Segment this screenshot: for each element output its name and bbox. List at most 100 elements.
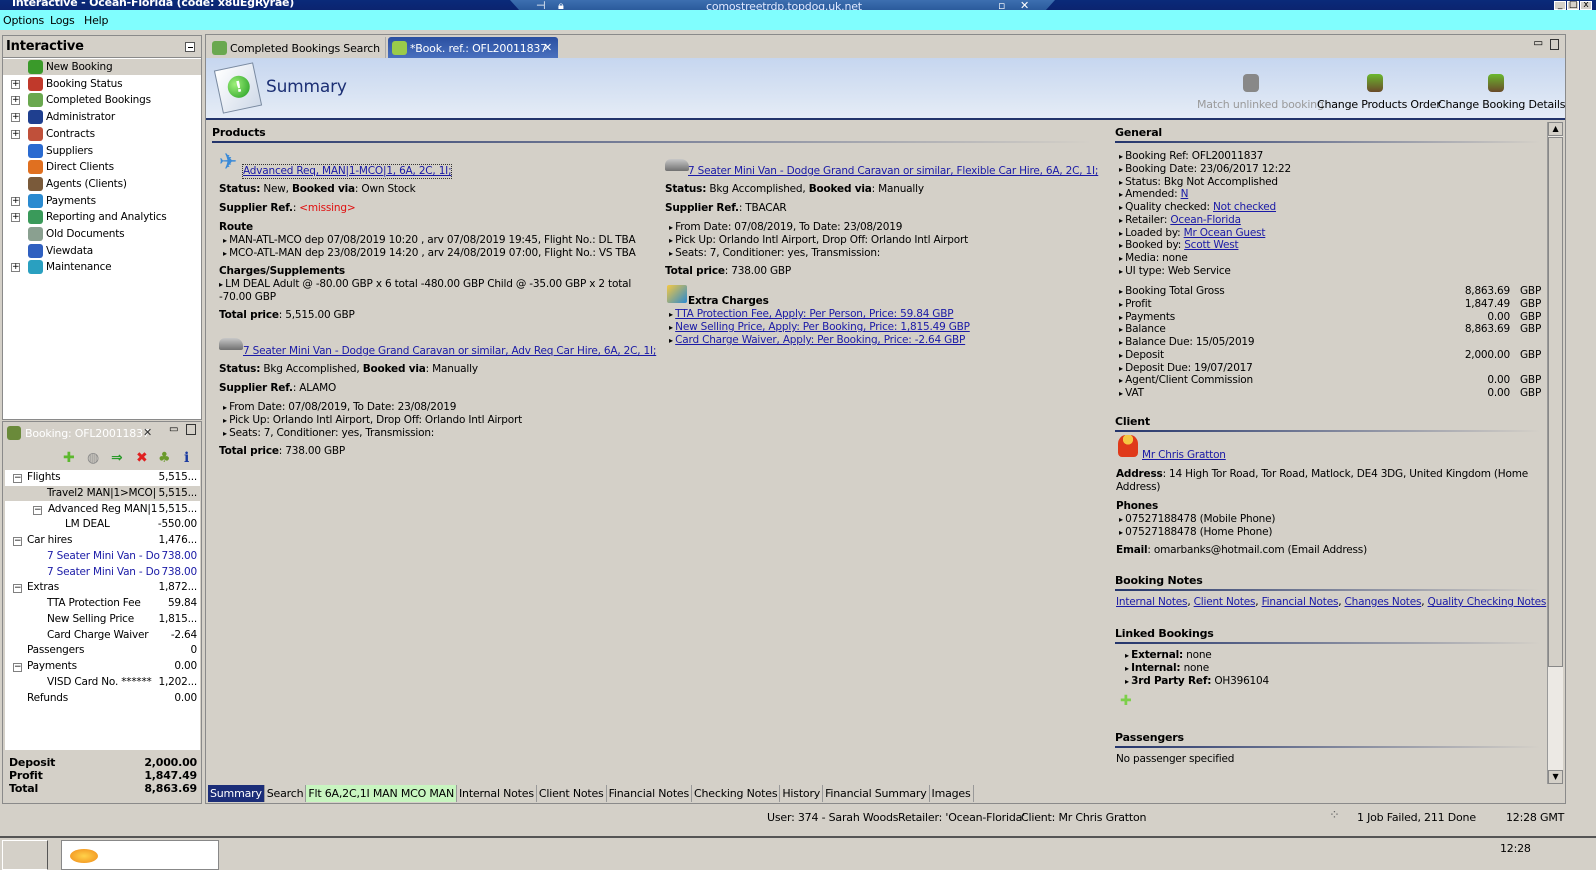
bottom-tab-financial-notes[interactable]: Financial Notes (606, 785, 693, 802)
collapse-icon[interactable]: − (13, 584, 22, 594)
taskbar-app-button[interactable] (61, 840, 219, 870)
bottom-tab-flt-6a-2c-1i-man-mco-man[interactable]: Flt 6A,2C,1I MAN MCO MAN (306, 785, 457, 802)
close-button[interactable]: x (1580, 1, 1592, 10)
close-tab-icon[interactable]: ✕ (543, 41, 552, 54)
collapse-icon[interactable]: − (13, 537, 22, 546)
bottom-tab-history[interactable]: History (780, 785, 824, 802)
financial-notes-link[interactable]: Financial Notes (1262, 596, 1339, 608)
start-button[interactable] (2, 840, 48, 870)
expand-icon[interactable]: + (11, 129, 20, 139)
general-info-link[interactable]: Ocean-Florida (1170, 214, 1241, 226)
scroll-thumb[interactable] (1548, 137, 1563, 667)
booking-tree-row[interactable]: 7 Seater Mini Van - Do 738.00 (5, 549, 200, 565)
booking-tree-row[interactable]: Refunds 0.00 (5, 691, 200, 707)
minimize-button[interactable]: _ (1554, 1, 1566, 10)
extra-charge-item[interactable]: New Selling Price, Apply: Per Booking, P… (669, 321, 970, 334)
nav-item-new-booking[interactable]: New Booking (3, 59, 201, 75)
bottom-tab-search[interactable]: Search (264, 785, 307, 802)
internal-notes-link[interactable]: Internal Notes (1116, 596, 1188, 608)
nav-item-viewdata[interactable]: Viewdata (3, 243, 201, 259)
nav-item-agents-clients[interactable]: Agents (Clients) (3, 176, 201, 192)
expand-icon[interactable]: + (11, 79, 20, 89)
view-maximize-icon[interactable] (1550, 39, 1559, 50)
bottom-tab-checking-notes[interactable]: Checking Notes (692, 785, 781, 802)
booking-tree-row[interactable]: Card Charge Waiver -2.64 (5, 628, 200, 644)
nav-item-administrator[interactable]: + Administrator (3, 109, 201, 125)
nav-item-direct-clients[interactable]: Direct Clients (3, 159, 201, 175)
history-icon[interactable]: ◍ (87, 450, 99, 466)
collapse-icon[interactable]: − (33, 505, 42, 515)
booking-tree-row[interactable]: − Car hires 1,476... (5, 533, 200, 549)
general-info-link[interactable]: N (1181, 188, 1189, 200)
nav-item-completed-bookings[interactable]: + Completed Bookings (3, 92, 201, 108)
collapse-icon[interactable]: − (13, 663, 22, 672)
panel-minimize-icon[interactable]: ▭ (169, 424, 178, 435)
nav-item-reporting-and-analytics[interactable]: + Reporting and Analytics (3, 209, 201, 225)
add-icon[interactable]: ✚ (63, 450, 75, 466)
booking-tree-row[interactable]: − Extras 1,872... (5, 580, 200, 596)
booking-tree-row[interactable]: − Flights 5,515... (5, 470, 200, 486)
expand-icon[interactable]: + (11, 213, 20, 223)
bottom-tab-images[interactable]: Images (929, 785, 974, 802)
expand-icon[interactable]: + (11, 263, 20, 273)
bottom-tab-internal-notes[interactable]: Internal Notes (457, 785, 537, 802)
flight-product-link[interactable]: Advanced Req, MAN|1-MCO|1, 6A, 2C, 1I; (243, 165, 452, 177)
view-minimize-icon[interactable]: ▭ (1533, 37, 1543, 49)
changes-notes-link[interactable]: Changes Notes (1345, 596, 1422, 608)
booking-tree-row[interactable]: − Payments 0.00 (5, 659, 200, 675)
scroll-up-button[interactable]: ▲ (1548, 122, 1563, 136)
maximize-button[interactable]: □ (1567, 1, 1579, 10)
booking-tree-row[interactable]: TTA Protection Fee 59.84 (5, 596, 200, 612)
booking-tree-row[interactable]: New Selling Price 1,815... (5, 612, 200, 628)
collapse-icon[interactable]: − (13, 474, 22, 483)
booking-tree-row[interactable]: − Advanced Reg MAN|1 5,515... (5, 502, 200, 518)
general-info-link[interactable]: Mr Ocean Guest (1184, 227, 1266, 239)
client-notes-link[interactable]: Client Notes (1194, 596, 1256, 608)
nav-item-old-documents[interactable]: Old Documents (3, 226, 201, 242)
nav-item-contracts[interactable]: + Contracts (3, 126, 201, 142)
delete-icon[interactable]: ✖ (136, 450, 148, 466)
tab-booking-ref[interactable]: *Book. ref.: OFL20011837 ✕ (388, 37, 558, 59)
booking-panel-tab[interactable]: Booking: OFL20011837 ✕ (3, 422, 161, 444)
general-info-link[interactable]: Not checked (1213, 201, 1276, 213)
match-unlinked-booking-button[interactable]: Match unlinked booking (1197, 74, 1324, 111)
bottom-tab-summary[interactable]: Summary (208, 785, 265, 802)
change-products-order-button[interactable]: Change Products Order (1317, 74, 1441, 111)
booking-tree-row[interactable]: Travel2 MAN|1>MCO| 5,515... (5, 485, 200, 502)
panel-maximize-icon[interactable] (186, 424, 196, 435)
change-booking-details-button[interactable]: Change Booking Details (1438, 74, 1565, 111)
nav-item-booking-status[interactable]: + Booking Status (3, 76, 201, 92)
transfer-icon[interactable]: ⇒ (111, 450, 123, 466)
jobs-spinner-icon[interactable]: ⁘ (1329, 808, 1340, 823)
booking-tree-row[interactable]: Passengers 0 (5, 643, 200, 659)
add-linked-booking-icon[interactable]: ✚ (1120, 693, 1132, 709)
palm-tree-icon[interactable]: ♣ (158, 450, 171, 466)
nav-item-payments[interactable]: + Payments (3, 193, 201, 209)
bottom-tab-client-notes[interactable]: Client Notes (536, 785, 607, 802)
menu-logs[interactable]: Logs (50, 14, 75, 27)
vertical-scrollbar[interactable]: ▲ ▼ (1547, 122, 1563, 784)
extra-charge-item[interactable]: TTA Protection Fee, Apply: Per Person, P… (669, 308, 953, 321)
booking-tree-row[interactable]: 7 Seater Mini Van - Do 738.00 (5, 565, 200, 581)
scroll-down-button[interactable]: ▼ (1548, 770, 1563, 784)
expand-icon[interactable]: + (11, 196, 20, 206)
expand-icon[interactable]: + (11, 96, 20, 106)
info-icon[interactable]: i (184, 450, 189, 466)
car-hire-1-link[interactable]: 7 Seater Mini Van - Dodge Grand Caravan … (243, 345, 656, 357)
close-booking-panel-icon[interactable]: ✕ (143, 426, 152, 439)
status-jobs[interactable]: 1 Job Failed, 211 Done (1357, 811, 1476, 824)
extra-charge-item[interactable]: Card Charge Waiver, Apply: Per Booking, … (669, 334, 965, 347)
booking-tree-row[interactable]: VISD Card No. ****** 1,202... (5, 675, 200, 691)
general-info-link[interactable]: Scott West (1184, 239, 1238, 251)
tab-completed-bookings-search[interactable]: Completed Bookings Search (208, 37, 386, 59)
menu-help[interactable]: Help (84, 14, 108, 27)
bottom-tab-financial-summary[interactable]: Financial Summary (823, 785, 930, 802)
minimize-panel-button[interactable] (185, 42, 195, 52)
menu-options[interactable]: Options (3, 14, 44, 27)
car-hire-2-link[interactable]: 7 Seater Mini Van - Dodge Grand Caravan … (688, 165, 1098, 177)
nav-item-suppliers[interactable]: Suppliers (3, 143, 201, 159)
nav-item-maintenance[interactable]: + Maintenance (3, 259, 201, 275)
booking-tree-row[interactable]: LM DEAL -550.00 (5, 517, 200, 533)
expand-icon[interactable]: + (11, 113, 20, 123)
client-name-link[interactable]: Mr Chris Gratton (1142, 449, 1226, 461)
